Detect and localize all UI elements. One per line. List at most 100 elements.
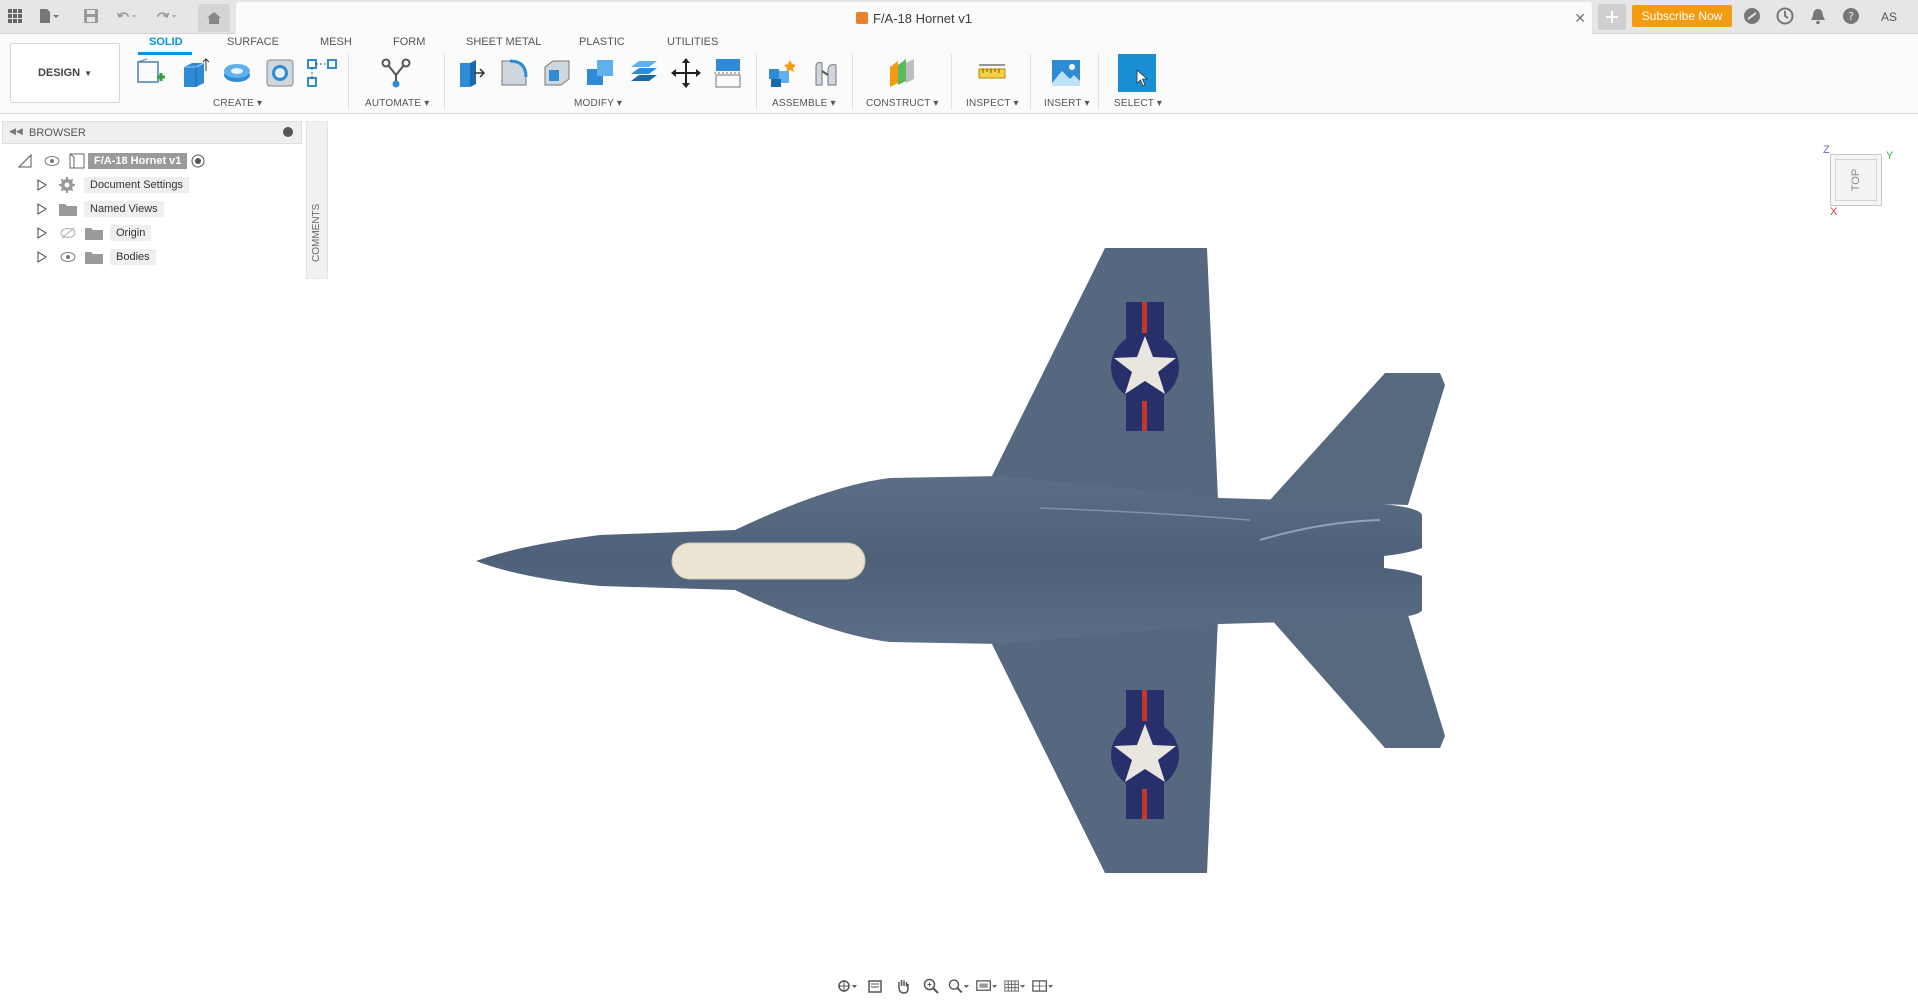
document-title: F/A-18 Hornet v1 [236, 11, 1592, 26]
align-icon[interactable] [710, 56, 746, 90]
home-tab-icon[interactable] [198, 4, 230, 32]
group-automate[interactable]: AUTOMATE ▾ [365, 98, 429, 109]
aircraft-model[interactable] [476, 248, 1445, 873]
group-inspect[interactable]: INSPECT ▾ [966, 98, 1019, 109]
revolve-icon[interactable] [219, 56, 255, 90]
file-menu-icon[interactable] [38, 5, 60, 27]
group-separator [1030, 54, 1031, 110]
tab-sheet-metal[interactable]: SHEET METAL [466, 36, 541, 48]
comments-panel-tab[interactable]: COMMENTS [306, 121, 328, 279]
automate-icon[interactable] [378, 56, 414, 90]
viewports-icon[interactable] [1032, 976, 1054, 996]
new-tab-icon[interactable] [1598, 4, 1626, 30]
group-assemble[interactable]: ASSEMBLE ▾ [772, 98, 836, 109]
app-grid-icon[interactable] [4, 5, 26, 27]
tab-mesh[interactable]: MESH [320, 36, 352, 48]
canopy[interactable] [671, 542, 866, 580]
browser-root-row[interactable]: F/A-18 Hornet v1 [18, 151, 205, 171]
group-create[interactable]: CREATE ▾ [213, 98, 262, 109]
browser-item-origin[interactable]: Origin [36, 223, 152, 243]
document-tab[interactable]: F/A-18 Hornet v1 ✕ [236, 2, 1592, 34]
visibility-eye-icon[interactable] [60, 251, 76, 263]
browser-item-bodies[interactable]: Bodies [36, 247, 156, 267]
viewcube-top-face[interactable]: TOP [1835, 159, 1877, 201]
workspace-switcher[interactable]: DESIGN ▼ [10, 43, 120, 103]
pan-hand-icon[interactable] [892, 976, 914, 996]
close-tab-icon[interactable]: ✕ [1574, 10, 1586, 27]
lower-tail[interactable] [1270, 615, 1445, 748]
folder-icon [85, 252, 103, 264]
tab-utilities[interactable]: UTILITIES [667, 36, 718, 48]
expand-arrow-icon[interactable] [36, 179, 48, 191]
visibility-eye-icon[interactable] [44, 155, 60, 167]
browser-item-label: Origin [110, 225, 152, 241]
measure-icon[interactable] [974, 56, 1010, 90]
viewcube[interactable]: TOP [1830, 154, 1882, 206]
notifications-icon[interactable] [1807, 5, 1829, 27]
chevron-down-icon: ▼ [84, 68, 93, 78]
create-sketch-icon[interactable] [133, 56, 169, 90]
group-modify[interactable]: MODIFY ▾ [574, 98, 622, 109]
navigation-bar [836, 974, 1082, 998]
tab-surface[interactable]: SURFACE [227, 36, 279, 48]
orbit-icon[interactable] [836, 976, 858, 996]
tab-form[interactable]: FORM [393, 36, 425, 48]
active-tab-indicator [138, 52, 192, 55]
press-pull-icon[interactable] [452, 56, 488, 90]
insert-image-icon[interactable] [1048, 56, 1084, 90]
hole-icon[interactable] [262, 56, 298, 90]
fit-zoom-icon[interactable] [948, 976, 970, 996]
job-status-icon[interactable] [1774, 5, 1796, 27]
group-separator [444, 54, 445, 110]
move-copy-icon[interactable] [668, 56, 704, 90]
shell-icon[interactable] [539, 56, 575, 90]
save-icon[interactable] [80, 5, 102, 27]
fillet-icon[interactable] [496, 56, 532, 90]
tab-solid[interactable]: SOLID [149, 36, 183, 48]
select-tool-icon[interactable] [1118, 54, 1156, 92]
browser-item-named-views[interactable]: Named Views [36, 199, 164, 219]
pattern-icon[interactable] [304, 56, 340, 90]
undo-icon[interactable] [116, 5, 138, 27]
combine-icon[interactable] [582, 56, 618, 90]
lower-wing[interactable] [990, 618, 1218, 873]
group-select[interactable]: SELECT ▾ [1114, 98, 1162, 109]
offset-plane-icon[interactable] [884, 56, 920, 90]
group-create-label: CREATE [213, 98, 255, 109]
new-component-icon[interactable] [764, 56, 800, 90]
expand-arrow-icon[interactable] [36, 203, 48, 215]
joint-icon[interactable] [808, 56, 844, 90]
collapse-browser-icon[interactable]: ◀◀ [9, 126, 23, 137]
browser-options-icon[interactable] [283, 127, 293, 137]
extrude-icon[interactable] [176, 56, 212, 90]
browser-item-label: Bodies [110, 249, 156, 265]
expand-arrow-icon[interactable] [36, 251, 48, 263]
offset-face-icon[interactable] [625, 56, 661, 90]
fuselage[interactable] [476, 476, 1422, 644]
ribbon-toolbar: DESIGN ▼ SOLID SURFACE MESH FORM SHEET M… [0, 34, 1918, 114]
group-insert[interactable]: INSERT ▾ [1044, 98, 1090, 109]
display-settings-icon[interactable] [976, 976, 998, 996]
zoom-icon[interactable] [920, 976, 942, 996]
upper-wing[interactable] [990, 248, 1218, 500]
look-at-icon[interactable] [864, 976, 886, 996]
axis-y-label: Y [1886, 150, 1894, 162]
group-construct[interactable]: CONSTRUCT ▾ [866, 98, 939, 109]
axis-x-label: X [1830, 206, 1838, 218]
grid-settings-icon[interactable] [1004, 976, 1026, 996]
folder-icon [59, 204, 77, 216]
upper-tail[interactable] [1270, 373, 1445, 505]
design-canvas[interactable] [330, 114, 1918, 974]
help-icon[interactable]: ? [1840, 5, 1862, 27]
folder-icon [85, 228, 103, 240]
browser-item-document-settings[interactable]: Document Settings [36, 175, 189, 195]
subscribe-button[interactable]: Subscribe Now [1632, 5, 1732, 27]
extensions-icon[interactable] [1741, 5, 1763, 27]
tab-plastic[interactable]: PLASTIC [579, 36, 625, 48]
collapse-triangle-icon[interactable] [18, 154, 32, 168]
redo-icon[interactable] [156, 5, 178, 27]
user-avatar[interactable]: AS [1876, 4, 1902, 30]
activate-radio-icon[interactable] [191, 154, 205, 168]
hidden-eye-icon[interactable] [60, 227, 76, 239]
expand-arrow-icon[interactable] [36, 227, 48, 239]
